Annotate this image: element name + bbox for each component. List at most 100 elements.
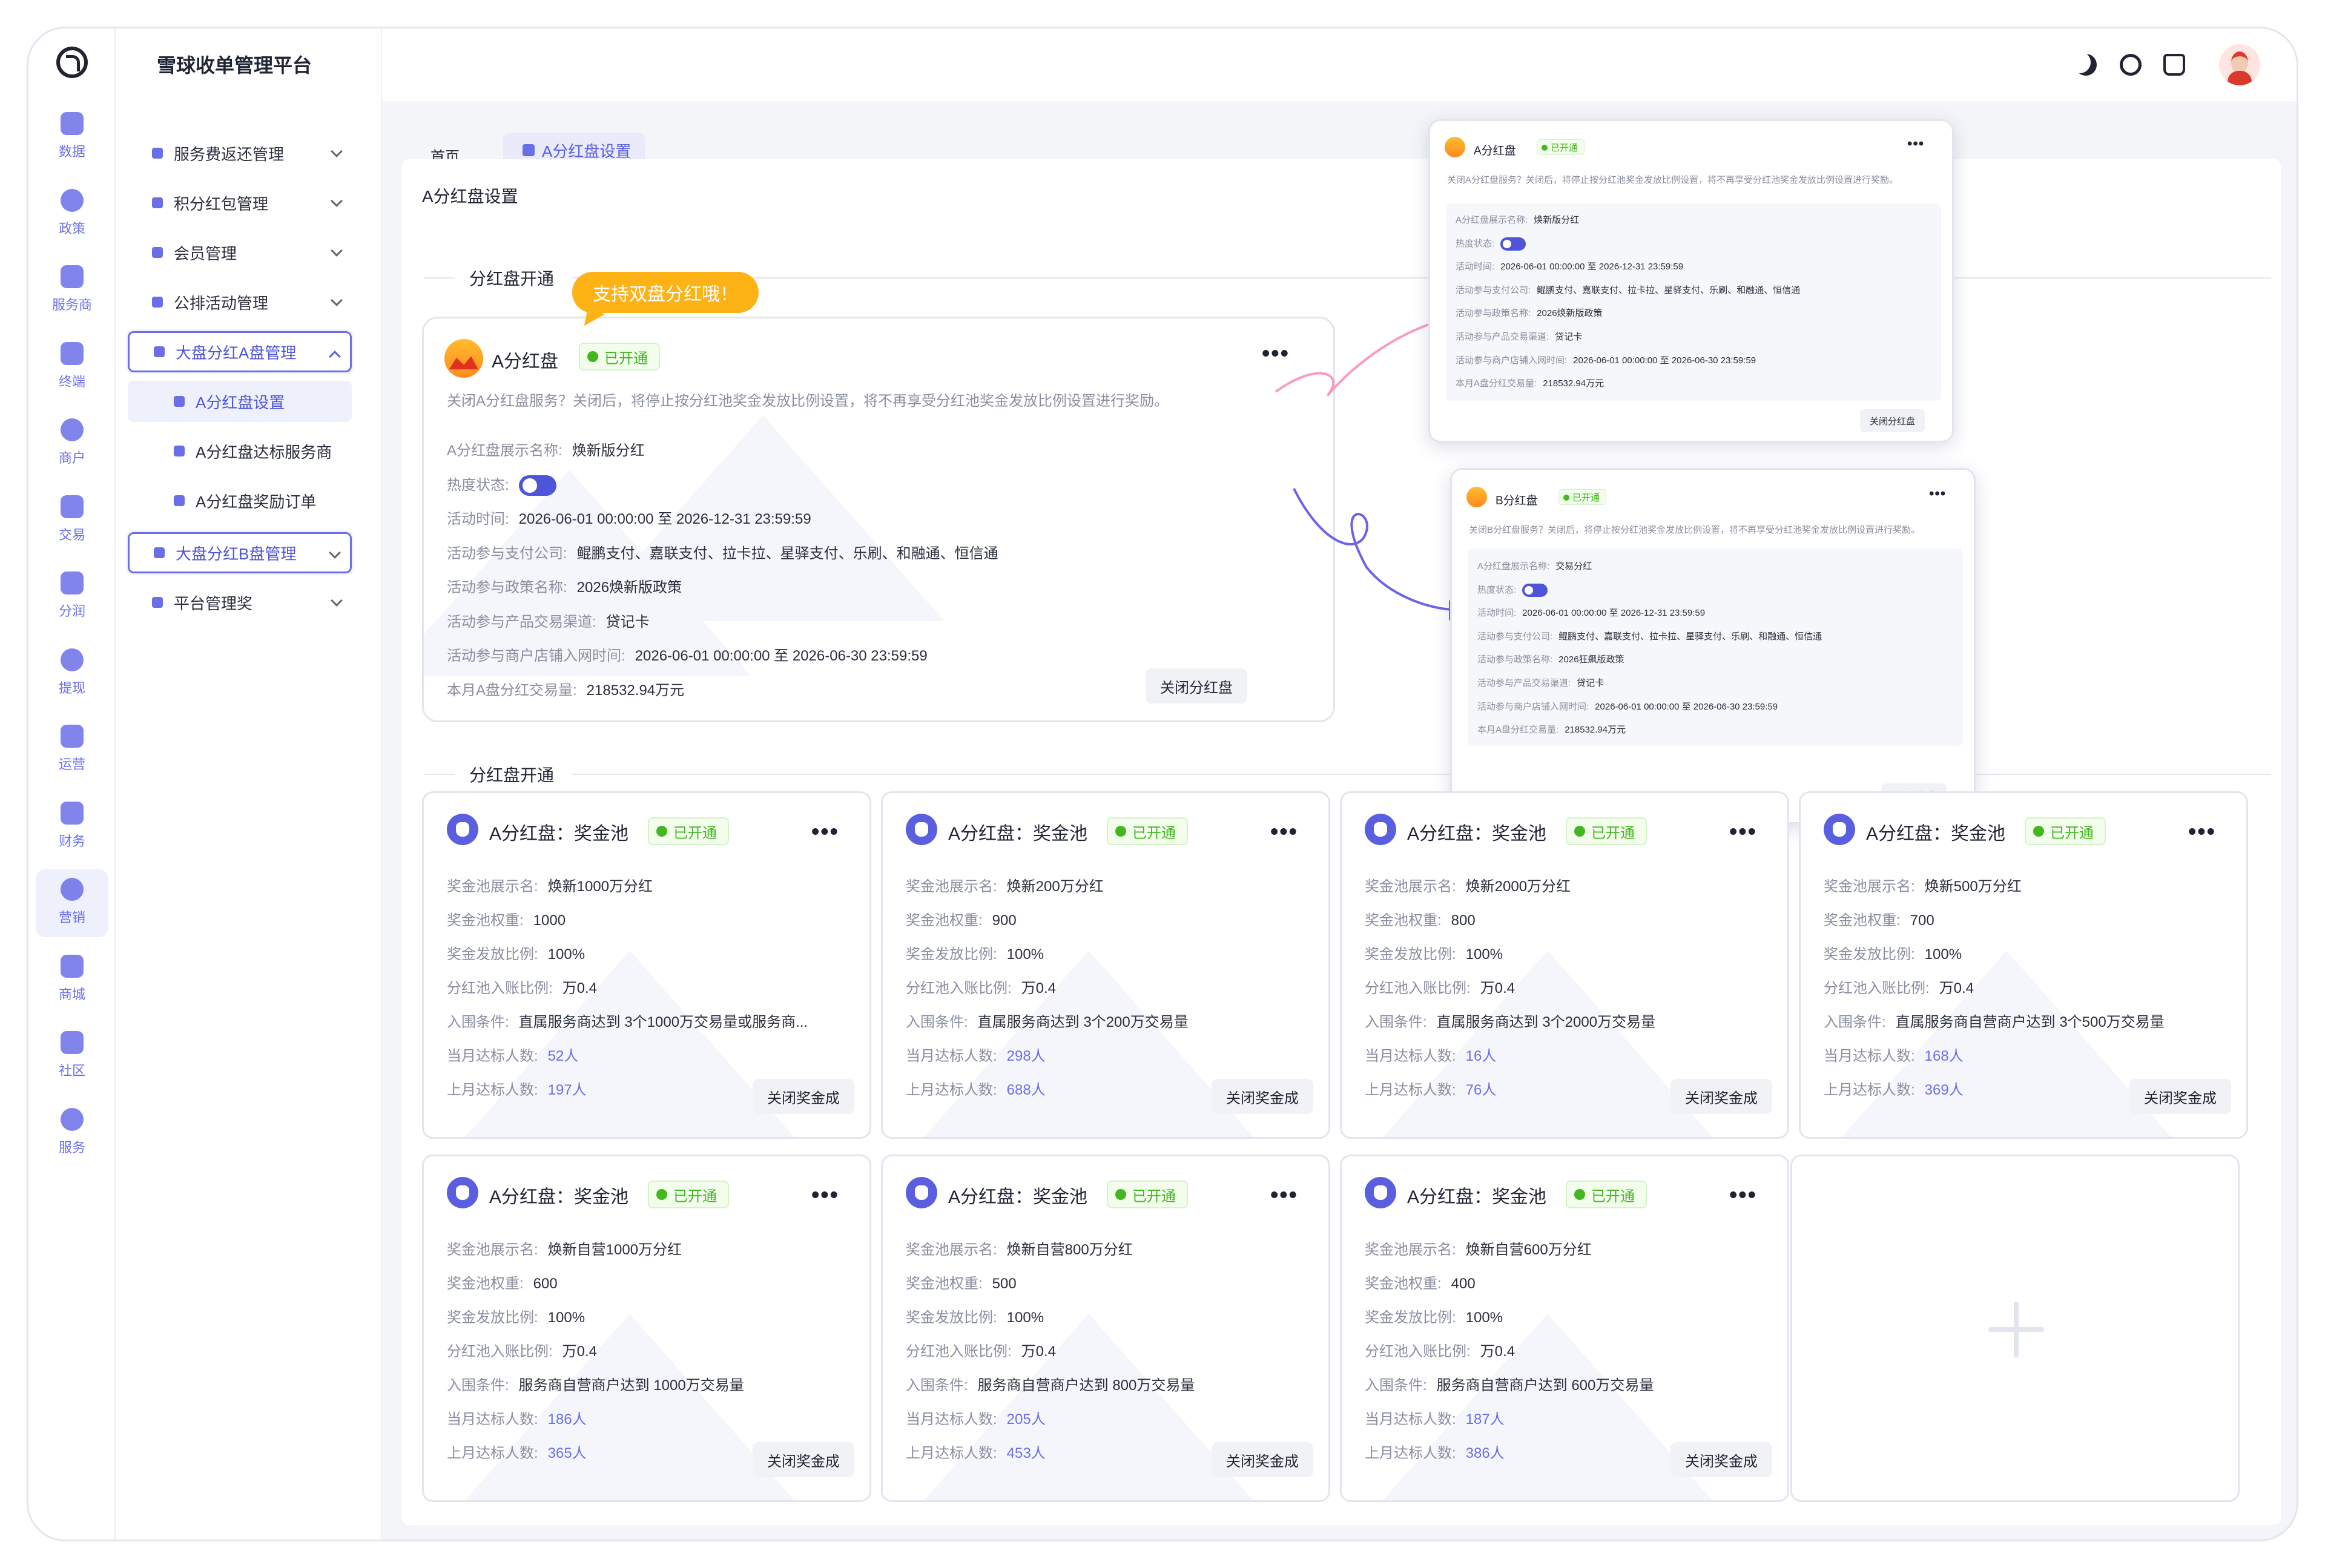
more-menu-icon[interactable]: ••• bbox=[1270, 1184, 1298, 1207]
info-value: 218532.94万元 bbox=[586, 682, 685, 699]
info-value: 交易分红 bbox=[1555, 561, 1592, 572]
rail-item-label: 营销 bbox=[58, 910, 85, 925]
pool-info-label: 分红池入账比例: bbox=[1365, 1343, 1471, 1360]
rail-item-11[interactable]: 商城 bbox=[36, 946, 108, 1014]
pool-info-row: 奖金池权重: 500 bbox=[906, 1271, 1017, 1293]
close-pool-button[interactable]: 关闭奖金成 bbox=[1670, 1442, 1772, 1477]
tab-icon bbox=[523, 144, 535, 156]
pool-info-row: 上月达标人数: 453人 bbox=[906, 1441, 1046, 1462]
rail-item-5[interactable]: 交易 bbox=[36, 487, 108, 555]
more-menu-icon[interactable]: ••• bbox=[1729, 1184, 1757, 1207]
menu-item-icon bbox=[174, 396, 185, 407]
rail-item-13[interactable]: 服务 bbox=[36, 1099, 108, 1167]
pool-info-value[interactable]: 453人 bbox=[1007, 1445, 1046, 1461]
more-menu-icon[interactable]: ••• bbox=[811, 820, 839, 843]
heat-status-toggle[interactable] bbox=[1522, 583, 1548, 597]
pool-info-value[interactable]: 298人 bbox=[1007, 1048, 1046, 1064]
info-row: 活动参与支付公司: 鲲鹏支付、嘉联支付、拉卡拉、星驿支付、乐刷、和融通、恒信通 bbox=[1456, 283, 1800, 296]
wallet-icon bbox=[61, 648, 84, 671]
status-badge: 已开通 bbox=[648, 817, 729, 845]
more-menu-icon[interactable]: ••• bbox=[1270, 820, 1298, 843]
rail-item-label: 服务 bbox=[58, 1139, 85, 1155]
menu-group-dividend-a[interactable]: 大盘分红A盘管理 bbox=[128, 331, 352, 372]
add-pool-button[interactable] bbox=[1790, 1155, 2240, 1502]
pool-info-label: 奖金池展示名: bbox=[1365, 878, 1456, 895]
info-label: 活动参与产品交易渠道: bbox=[1456, 332, 1549, 342]
dividend-fan-icon bbox=[1445, 137, 1465, 157]
status-badge: 已开通 bbox=[1537, 139, 1585, 155]
menu-item-a-qualified[interactable]: A分红盘达标服务商 bbox=[128, 430, 352, 472]
more-menu-icon[interactable]: ••• bbox=[1929, 486, 1946, 502]
rail-item-3[interactable]: 终端 bbox=[36, 334, 108, 401]
rail-item-0[interactable]: 数据 bbox=[36, 104, 108, 171]
pool-info-value: 100% bbox=[1006, 946, 1044, 963]
menu-item-public-activity[interactable]: 公排活动管理 bbox=[128, 282, 352, 323]
info-row: 本月A盘分红交易量: 218532.94万元 bbox=[447, 678, 684, 699]
close-pool-button[interactable]: 关闭奖金成 bbox=[753, 1079, 854, 1114]
pool-info-value[interactable]: 365人 bbox=[548, 1445, 587, 1461]
pool-info-value[interactable]: 52人 bbox=[548, 1048, 579, 1064]
pool-info-value: 万0.4 bbox=[1021, 1343, 1057, 1360]
dark-mode-icon[interactable] bbox=[2075, 54, 2097, 76]
rail-item-7[interactable]: 提现 bbox=[36, 640, 108, 708]
close-pool-button[interactable]: 关闭奖金成 bbox=[1212, 1442, 1313, 1477]
close-pool-button[interactable]: 关闭奖金成 bbox=[1670, 1079, 1772, 1114]
heat-status-toggle[interactable] bbox=[518, 475, 556, 496]
money-bag-icon bbox=[1365, 814, 1396, 845]
pool-info-value[interactable]: 186人 bbox=[548, 1411, 587, 1428]
pool-info-value[interactable]: 76人 bbox=[1466, 1082, 1497, 1098]
pool-info-value[interactable]: 168人 bbox=[1925, 1048, 1964, 1064]
close-dividend-button[interactable]: 关闭分红盘 bbox=[1146, 668, 1247, 703]
bonus-pool-card: A分红盘：奖金池 已开通 ••• 奖金池展示名: 焕新200万分红 奖金池权重: 900 奖金… bbox=[881, 791, 1330, 1139]
rail-item-1[interactable]: 政策 bbox=[36, 180, 108, 248]
menu-item-platform-award[interactable]: 平台管理奖 bbox=[128, 582, 352, 623]
rail-item-9[interactable]: 财务 bbox=[36, 793, 108, 861]
more-menu-icon[interactable]: ••• bbox=[1729, 820, 1757, 843]
heat-status-toggle[interactable] bbox=[1500, 237, 1526, 251]
rail-item-12[interactable]: 社区 bbox=[36, 1023, 108, 1090]
pool-info-value[interactable]: 386人 bbox=[1466, 1445, 1505, 1461]
close-pool-button[interactable]: 关闭奖金成 bbox=[753, 1442, 854, 1477]
pool-info-value[interactable]: 16人 bbox=[1466, 1048, 1497, 1064]
pool-info-label: 入围条件: bbox=[447, 1014, 509, 1030]
close-pool-button[interactable]: 关闭奖金成 bbox=[1212, 1079, 1313, 1114]
menu-item-member[interactable]: 会员管理 bbox=[128, 232, 352, 273]
rail-item-6[interactable]: 分润 bbox=[36, 563, 108, 631]
pool-info-value[interactable]: 688人 bbox=[1007, 1082, 1046, 1098]
menu-group-dividend-b[interactable]: 大盘分红B盘管理 bbox=[128, 532, 352, 573]
more-menu-icon[interactable]: ••• bbox=[2188, 820, 2216, 843]
more-menu-icon[interactable]: ••• bbox=[1907, 136, 1924, 153]
settings-gear-icon[interactable] bbox=[2120, 54, 2142, 76]
rail-item-2[interactable]: 服务商 bbox=[36, 257, 108, 324]
menu-item-a-reward-orders[interactable]: A分红盘奖励订单 bbox=[128, 480, 352, 521]
pool-info-row: 奖金发放比例: 100% bbox=[1365, 1305, 1503, 1326]
pool-info-row: 分红池入账比例: 万0.4 bbox=[1365, 976, 1515, 997]
pool-info-row: 上月达标人数: 197人 bbox=[447, 1078, 587, 1099]
more-menu-icon[interactable]: ••• bbox=[811, 1184, 839, 1207]
pool-info-row: 奖金发放比例: 100% bbox=[1365, 942, 1503, 963]
info-value: 218532.94万元 bbox=[1565, 725, 1626, 736]
close-pool-button[interactable]: 关闭奖金成 bbox=[2129, 1079, 2231, 1114]
pool-info-label: 分红池入账比例: bbox=[447, 1343, 553, 1360]
menu-item-service-fee[interactable]: 服务费返还管理 bbox=[128, 133, 352, 174]
pool-info-value[interactable]: 187人 bbox=[1466, 1411, 1505, 1428]
menu-item-icon bbox=[152, 297, 163, 308]
pool-info-value[interactable]: 197人 bbox=[548, 1082, 587, 1098]
pool-info-value[interactable]: 205人 bbox=[1007, 1411, 1046, 1428]
menu-item-points-redpacket[interactable]: 积分红包管理 bbox=[128, 182, 352, 223]
info-row: 活动参与政策名称: 2026焕新版政策 bbox=[1456, 306, 1603, 319]
chevron-down-icon bbox=[329, 547, 341, 559]
skin-theme-icon[interactable] bbox=[2163, 54, 2185, 76]
rail-item-10[interactable]: 营销 bbox=[36, 869, 108, 937]
rail-item-4[interactable]: 商户 bbox=[36, 410, 108, 478]
rail-item-8[interactable]: 运营 bbox=[36, 716, 108, 784]
pool-info-label: 奖金池展示名: bbox=[447, 878, 538, 895]
user-avatar[interactable] bbox=[2219, 44, 2260, 85]
pool-info-value[interactable]: 369人 bbox=[1925, 1082, 1964, 1098]
pool-info-label: 奖金发放比例: bbox=[1365, 946, 1456, 963]
money-bag-icon bbox=[1365, 1177, 1396, 1208]
pool-info-label: 入围条件: bbox=[447, 1377, 509, 1394]
pool-info-value: 服务商自营商户达到 1000万交易量 bbox=[518, 1377, 744, 1394]
close-dividend-button[interactable]: 关闭分红盘 bbox=[1860, 409, 1925, 432]
menu-item-a-settings[interactable]: A分红盘设置 bbox=[128, 381, 352, 422]
